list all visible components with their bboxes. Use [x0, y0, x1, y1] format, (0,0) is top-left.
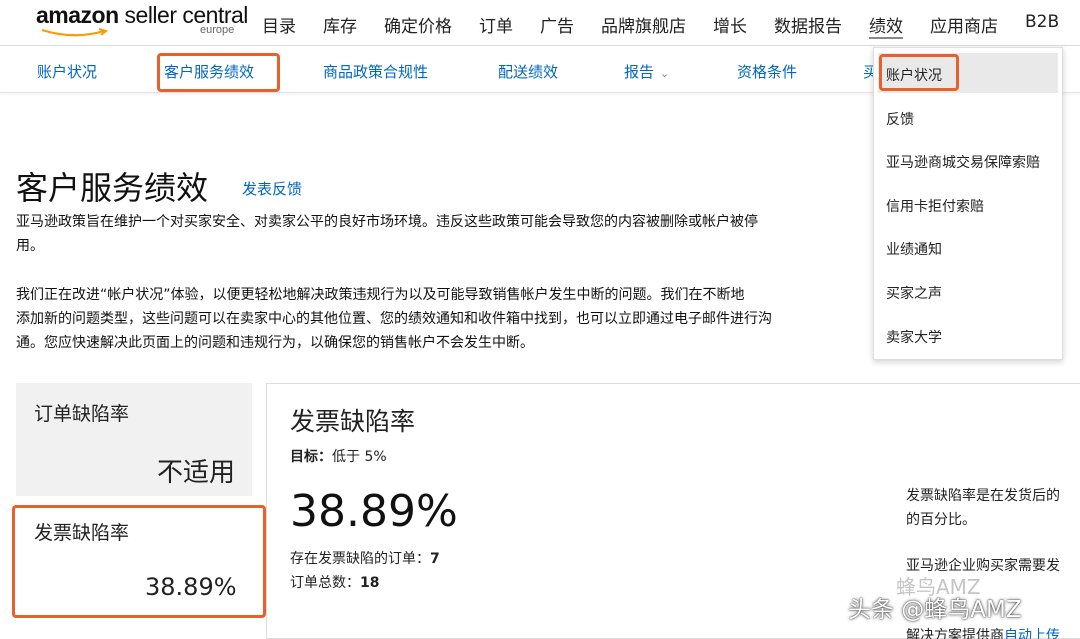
subnav-item-product-policy-compliance[interactable]: 商品政策合规性: [323, 61, 428, 82]
amazon-smile-icon: [41, 28, 109, 37]
topnav-item-catalog[interactable]: 目录: [262, 12, 296, 39]
side-line-4-text: 解决方案提供商: [906, 628, 1004, 639]
order-defect-rate-label: 订单缺陷率: [34, 403, 130, 425]
dropdown-item-a-to-z-claims[interactable]: 亚马逊商城交易保障索赔: [886, 152, 1040, 172]
dropdown-item-chargeback-claims[interactable]: 信用卡拒付索赔: [886, 196, 984, 216]
defect-orders-stat: 存在发票缺陷的订单：7: [290, 548, 440, 568]
invoice-defect-rate-value: 38.89%: [145, 573, 237, 601]
topnav-item-reports[interactable]: 数据报告: [774, 12, 842, 39]
policy-paragraph-line-2: 用。: [16, 238, 44, 254]
defect-orders-label: 存在发票缺陷的订单：: [290, 551, 430, 567]
topnav-item-b2b[interactable]: B2B: [1025, 12, 1059, 39]
total-orders-label: 订单总数：: [290, 575, 360, 591]
topnav-item-stores[interactable]: 品牌旗舰店: [601, 12, 686, 39]
subnav-item-reports[interactable]: 报告 ⌄: [624, 61, 669, 82]
topnav-item-inventory[interactable]: 库存: [323, 12, 357, 39]
subnav-item-account-health[interactable]: 账户状况: [37, 61, 97, 82]
policy-paragraph-line-1: 亚马逊政策旨在维护一个对买家安全、对卖家公平的良好市场环境。违反这些政策可能会导…: [16, 214, 758, 230]
dropdown-item-feedback[interactable]: 反馈: [886, 109, 914, 129]
dropdown-item-voice-of-customer[interactable]: 买家之声: [886, 283, 942, 303]
auto-upload-link[interactable]: 自动上传: [1004, 628, 1060, 639]
subnav-item-shipping-performance[interactable]: 配送绩效: [498, 61, 558, 82]
highlight-box-customer-service: [157, 53, 280, 92]
side-description-line-4: 解决方案提供商自动上传: [906, 624, 1060, 639]
target-value: 低于 5%: [332, 449, 387, 465]
chevron-down-icon: ⌄: [660, 67, 670, 80]
target-line: 目标：低于 5%: [290, 446, 387, 466]
improvement-paragraph-line-1: 我们正在改进“帐户状况”体验，以便更轻松地解决政策违规行为以及可能导致销售帐户发…: [16, 287, 745, 303]
invoice-defect-rate-big-value: 38.89%: [290, 486, 458, 537]
logo-region: europe: [200, 24, 235, 36]
topnav-item-performance[interactable]: 绩效: [869, 12, 903, 39]
performance-dropdown-menu: 账户状况 反馈 亚马逊商城交易保障索赔 信用卡拒付索赔 业绩通知 买家之声 卖家…: [873, 47, 1063, 360]
target-label: 目标：: [290, 449, 332, 465]
top-navigation-bar: amazon seller central europe 目录 库存 确定价格 订单广…: [0, 0, 1080, 46]
improvement-paragraph-line-3: 通。您应快速解决此页面上的问题和违规行为，以确保您的销售帐户不会发生中断。: [16, 335, 534, 351]
amazon-seller-central-logo[interactable]: amazon seller central europe: [36, 2, 248, 42]
topnav-item-pricing[interactable]: 确定价格: [384, 12, 452, 39]
defect-orders-value: 7: [430, 551, 440, 567]
page-title: 客户服务绩效: [16, 169, 209, 207]
total-orders-value: 18: [360, 575, 380, 591]
improvement-paragraph-line-2: 添加新的问题类型，这些问题可以在卖家中心的其他位置、您的绩效通知和收件箱中找到，…: [16, 311, 772, 327]
feedback-link[interactable]: 发表反馈: [242, 178, 302, 199]
watermark-toutiao: 头条 @蜂鸟AMZ: [848, 597, 1022, 623]
topnav-item-advertising[interactable]: 广告: [540, 12, 574, 39]
panel-title: 发票缺陷率: [290, 407, 416, 436]
topnav-item-growth[interactable]: 增长: [713, 12, 747, 39]
side-description-line-2: 的百分比。: [906, 512, 976, 528]
topnav-item-orders[interactable]: 订单: [479, 12, 513, 39]
highlight-box-account-health: [879, 54, 959, 91]
top-menu: 目录 库存 确定价格 订单 广告 品牌旗舰店 增长 数据报告 绩效 应用商店 B2B: [262, 12, 1080, 39]
subnav-item-eligibility[interactable]: 资格条件: [737, 61, 797, 82]
topnav-item-appstore[interactable]: 应用商店: [930, 12, 998, 39]
dropdown-item-performance-notifications[interactable]: 业绩通知: [886, 239, 942, 259]
dropdown-item-seller-university[interactable]: 卖家大学: [886, 327, 942, 347]
side-description-line-1: 发票缺陷率是在发货后的: [906, 488, 1060, 504]
reports-label: 报告: [624, 63, 655, 81]
total-orders-stat: 订单总数：18: [290, 572, 379, 592]
invoice-defect-rate-label: 发票缺陷率: [34, 522, 130, 544]
order-defect-rate-value: 不适用: [157, 458, 236, 488]
